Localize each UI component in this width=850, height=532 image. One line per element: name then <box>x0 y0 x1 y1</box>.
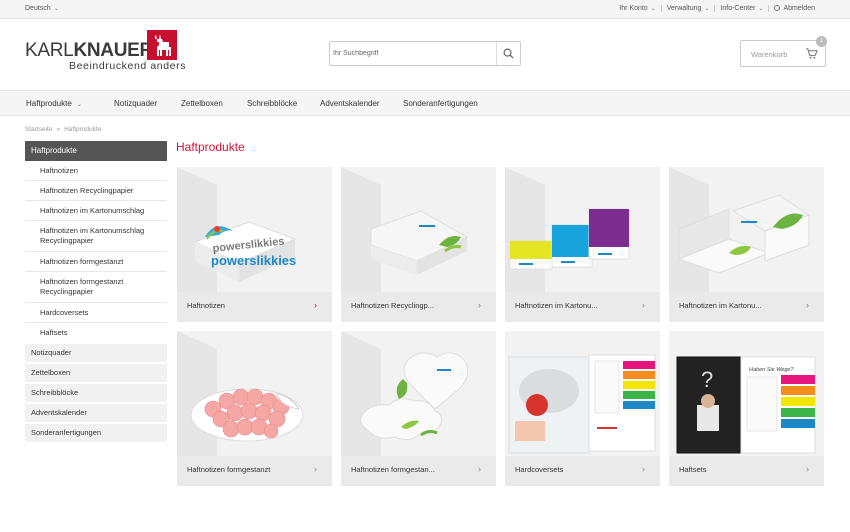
svg-text:?: ? <box>701 367 713 392</box>
chevron-down-icon: ⌄ <box>650 6 656 12</box>
sidebar-subitem-kartonumschlag-recycling[interactable]: Haftnotizen im Kartonumschlag Recyclingp… <box>25 221 167 252</box>
powerslikkies-print: powerslikkies <box>211 253 296 268</box>
language-label: Deutsch <box>25 5 51 12</box>
chevron-down-icon: ⌄ <box>76 102 82 108</box>
product-label: Haftsets <box>679 465 707 474</box>
product-tile-haftnotizen[interactable]: powerslikkies powerslikkies Haftnotizen … <box>177 167 332 322</box>
chevron-right-icon: › <box>642 300 645 310</box>
nav-item-notizquader[interactable]: Notizquader <box>114 99 157 108</box>
nav-item-schreibbloecke[interactable]: Schreibblöcke <box>247 99 297 108</box>
sidebar-item-notizquader[interactable]: Notizquader <box>25 344 167 364</box>
account-links: Ihr Konto ⌄ Verwaltung ⌄ Info-Center ⌄ Abme… <box>614 5 820 12</box>
product-image <box>505 167 660 292</box>
product-label: Haftnotizen Recyclingp... <box>351 301 434 310</box>
breadcrumb-current[interactable]: Haftprodukte <box>64 126 101 133</box>
search-icon <box>503 48 514 59</box>
search-box <box>329 41 521 66</box>
chevron-right-icon: › <box>314 464 317 474</box>
account-menu[interactable]: Ihr Konto ⌄ <box>614 5 660 12</box>
product-tile-kartonumschlag-2[interactable]: Haftnotizen im Kartonu... › <box>669 167 824 322</box>
product-tile-formgestanzt-recycling[interactable]: Haftnotizen formgestan... › <box>341 331 496 486</box>
cart-count-badge: 1 <box>816 36 827 47</box>
breadcrumb-separator: » <box>56 126 61 133</box>
product-image <box>341 167 496 292</box>
signage-text: Haben Sie Wege? <box>749 367 794 373</box>
brand-logo[interactable]: KARLKNAUER Beeindruckend anders <box>25 30 185 75</box>
sidebar-subitem-formgestanzt-recycling[interactable]: Haftnotizen formgestanzt Recyclingpapier <box>25 272 167 303</box>
product-tile-kartonumschlag[interactable]: Haftnotizen im Kartonu... › <box>505 167 660 322</box>
category-sidebar: Haftprodukte Haftnotizen Haftnotizen Rec… <box>25 141 167 444</box>
page-title: Haftprodukte <box>176 140 245 154</box>
product-image <box>505 331 660 456</box>
sidebar-item-sonderanfertigungen[interactable]: Sonderanfertigungen <box>25 424 167 444</box>
account-menu-label: Ihr Konto <box>619 5 648 12</box>
chevron-down-icon: ⌄ <box>758 6 764 12</box>
chevron-right-icon: › <box>478 300 481 310</box>
language-selector[interactable]: Deutsch ⌄ <box>25 5 59 12</box>
breadcrumb: Startseite » Haftprodukte <box>25 126 101 133</box>
breadcrumb-home[interactable]: Startseite <box>25 126 52 133</box>
sidebar-subitem-recyclingpapier[interactable]: Haftnotizen Recyclingpapier <box>25 181 167 201</box>
product-image: ? Haben Sie Wege? <box>669 331 824 456</box>
info-center-menu-label: Info-Center <box>720 5 756 12</box>
product-label: Haftnotizen im Kartonu... <box>515 301 598 310</box>
sidebar-subitem-hardcoversets[interactable]: Hardcoversets <box>25 303 167 323</box>
chevron-right-icon: › <box>806 300 809 310</box>
search-input[interactable] <box>333 45 493 62</box>
logo-brand-bold: KNAUER <box>73 40 153 61</box>
product-label: Haftnotizen <box>187 301 225 310</box>
logo-brand-light: KARL <box>25 40 74 61</box>
sidebar-item-haftprodukte[interactable]: Haftprodukte <box>25 141 167 161</box>
chevron-right-icon: › <box>314 300 317 310</box>
nav-item-zettelboxen[interactable]: Zettelboxen <box>181 99 223 108</box>
sidebar-subitem-haftsets[interactable]: Haftsets <box>25 323 167 342</box>
top-bar: Deutsch ⌄ Ihr Konto ⌄ Verwaltung ⌄ Info-Cen… <box>0 0 850 19</box>
management-menu[interactable]: Verwaltung ⌄ <box>660 5 715 12</box>
product-image <box>669 167 824 292</box>
chevron-right-icon: › <box>642 464 645 474</box>
logo-tagline: Beeindruckend anders <box>69 60 187 72</box>
product-label: Hardcoversets <box>515 465 564 474</box>
sidebar-item-adventskalender[interactable]: Adventskalender <box>25 404 167 424</box>
sidebar-item-schreibbloecke[interactable]: Schreibblöcke <box>25 384 167 404</box>
nav-item-adventskalender[interactable]: Adventskalender <box>320 99 380 108</box>
product-image: powerslikkies powerslikkies <box>177 167 332 292</box>
main-nav: Haftprodukte ⌄ Notizquader Zettelboxen Sc… <box>0 90 850 116</box>
sidebar-item-zettelboxen[interactable]: Zettelboxen <box>25 364 167 384</box>
shopping-cart-icon <box>805 48 818 59</box>
chevron-down-icon: ⌄ <box>53 6 59 12</box>
nav-item-sonderanfertigungen[interactable]: Sonderanfertigungen <box>403 99 478 108</box>
sidebar-subitem-haftnotizen[interactable]: Haftnotizen <box>25 161 167 181</box>
cart-button[interactable]: Warenkorb <box>740 40 826 67</box>
cart-label: Warenkorb <box>751 50 788 59</box>
sidebar-subitem-formgestanzt[interactable]: Haftnotizen formgestanzt <box>25 252 167 272</box>
logo-wordmark: KARLKNAUER <box>25 40 153 62</box>
product-tile-recyclingpapier[interactable]: Haftnotizen Recyclingp... › <box>341 167 496 322</box>
product-label: Haftnotizen formgestanzt <box>187 465 271 474</box>
logout-link[interactable]: Abmelden <box>768 5 820 12</box>
product-label: Haftnotizen formgestan... <box>351 465 435 474</box>
info-center-menu[interactable]: Info-Center ⌄ <box>714 5 768 12</box>
chevron-down-icon: ⌄ <box>704 6 710 12</box>
product-tile-formgestanzt[interactable]: Haftnotizen formgestanzt › <box>177 331 332 486</box>
nav-item-haftprodukte[interactable]: Haftprodukte ⌄ <box>26 99 82 108</box>
product-image <box>177 331 332 456</box>
product-label: Haftnotizen im Kartonu... <box>679 301 762 310</box>
logout-label: Abmelden <box>783 5 815 12</box>
product-image <box>341 331 496 456</box>
power-icon <box>774 5 781 11</box>
nav-label: Haftprodukte <box>26 99 72 108</box>
product-tile-hardcoversets[interactable]: Hardcoversets › <box>505 331 660 486</box>
product-tile-haftsets[interactable]: ? Haben Sie Wege? Haftsets › <box>669 331 824 486</box>
chevron-right-icon: › <box>806 464 809 474</box>
management-menu-label: Verwaltung <box>666 5 702 12</box>
deer-logo-icon <box>147 30 177 60</box>
sidebar-subitem-kartonumschlag[interactable]: Haftnotizen im Kartonumschlag <box>25 201 167 221</box>
search-button[interactable] <box>496 42 520 65</box>
chevron-right-icon: › <box>478 464 481 474</box>
